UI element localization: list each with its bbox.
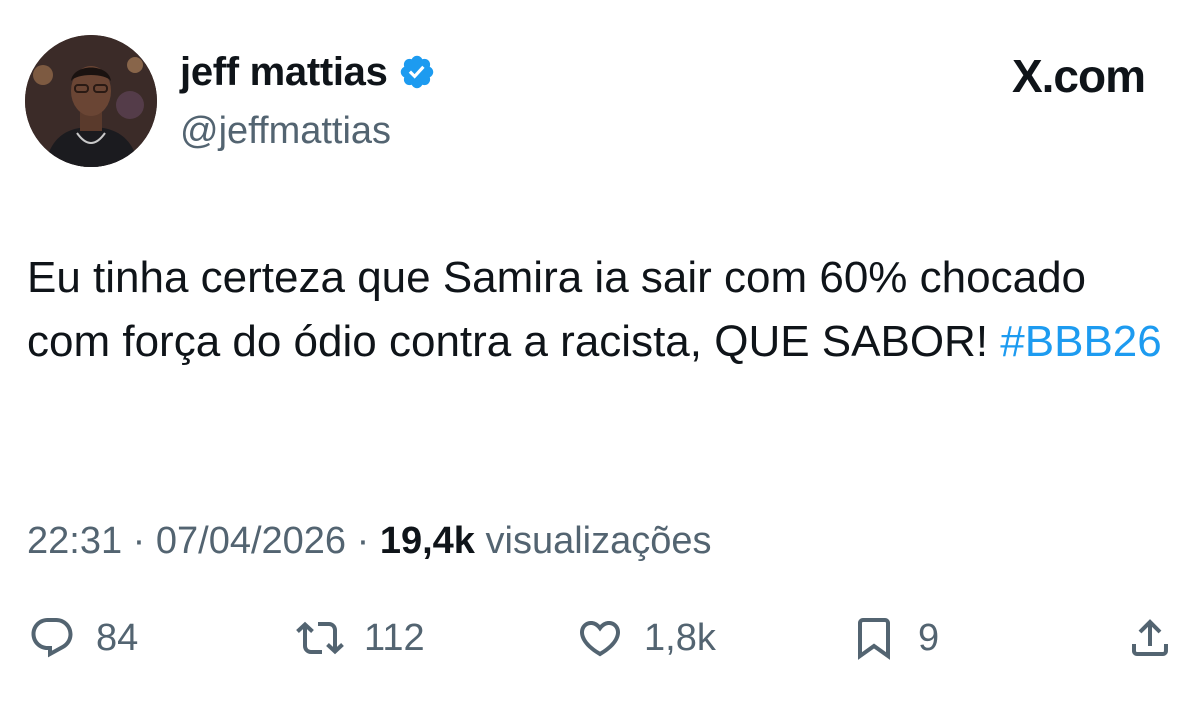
- repost-button[interactable]: 112: [296, 608, 425, 668]
- reply-count: 84: [96, 616, 139, 659]
- bookmark-button[interactable]: 9: [850, 608, 939, 668]
- tweet-date[interactable]: 07/04/2026: [156, 520, 346, 562]
- author-name-text[interactable]: jeff mattias: [180, 48, 388, 96]
- share-icon: [1132, 619, 1168, 656]
- bookmark-icon: [858, 618, 890, 660]
- reply-icon: [31, 618, 73, 658]
- tweet-meta: 22:31 · 07/04/2026 · 19,4k visualizações: [27, 516, 712, 566]
- action-bar: 84 112 1,8k 9: [24, 608, 1174, 668]
- brand-logo: X.com: [1011, 50, 1146, 102]
- tweet-text: Eu tinha certeza que Samira ia sair com …: [27, 246, 1177, 374]
- views-count: 19,4k: [379, 520, 475, 562]
- author-handle[interactable]: @jeffmattias: [180, 108, 391, 154]
- meta-separator: ·: [122, 520, 156, 562]
- share-button[interactable]: [1126, 608, 1174, 668]
- tweet-body: Eu tinha certeza que Samira ia sair com …: [27, 253, 1087, 366]
- repost-icon: [296, 621, 344, 655]
- avatar[interactable]: [25, 35, 157, 167]
- verified-badge-icon[interactable]: [398, 53, 436, 91]
- bookmark-count: 9: [918, 616, 940, 659]
- hashtag-link[interactable]: #BBB26: [1000, 317, 1161, 366]
- tweet-time[interactable]: 22:31: [27, 520, 122, 562]
- reply-button[interactable]: 84: [28, 608, 138, 668]
- meta-separator: ·: [346, 520, 380, 562]
- author-display-name[interactable]: jeff mattias: [180, 48, 436, 96]
- repost-count: 112: [364, 616, 425, 659]
- heart-icon: [579, 621, 621, 657]
- like-count: 1,8k: [644, 616, 716, 659]
- views-label: visualizações: [474, 520, 712, 562]
- like-button[interactable]: 1,8k: [576, 608, 716, 668]
- avatar-photo: [25, 35, 157, 167]
